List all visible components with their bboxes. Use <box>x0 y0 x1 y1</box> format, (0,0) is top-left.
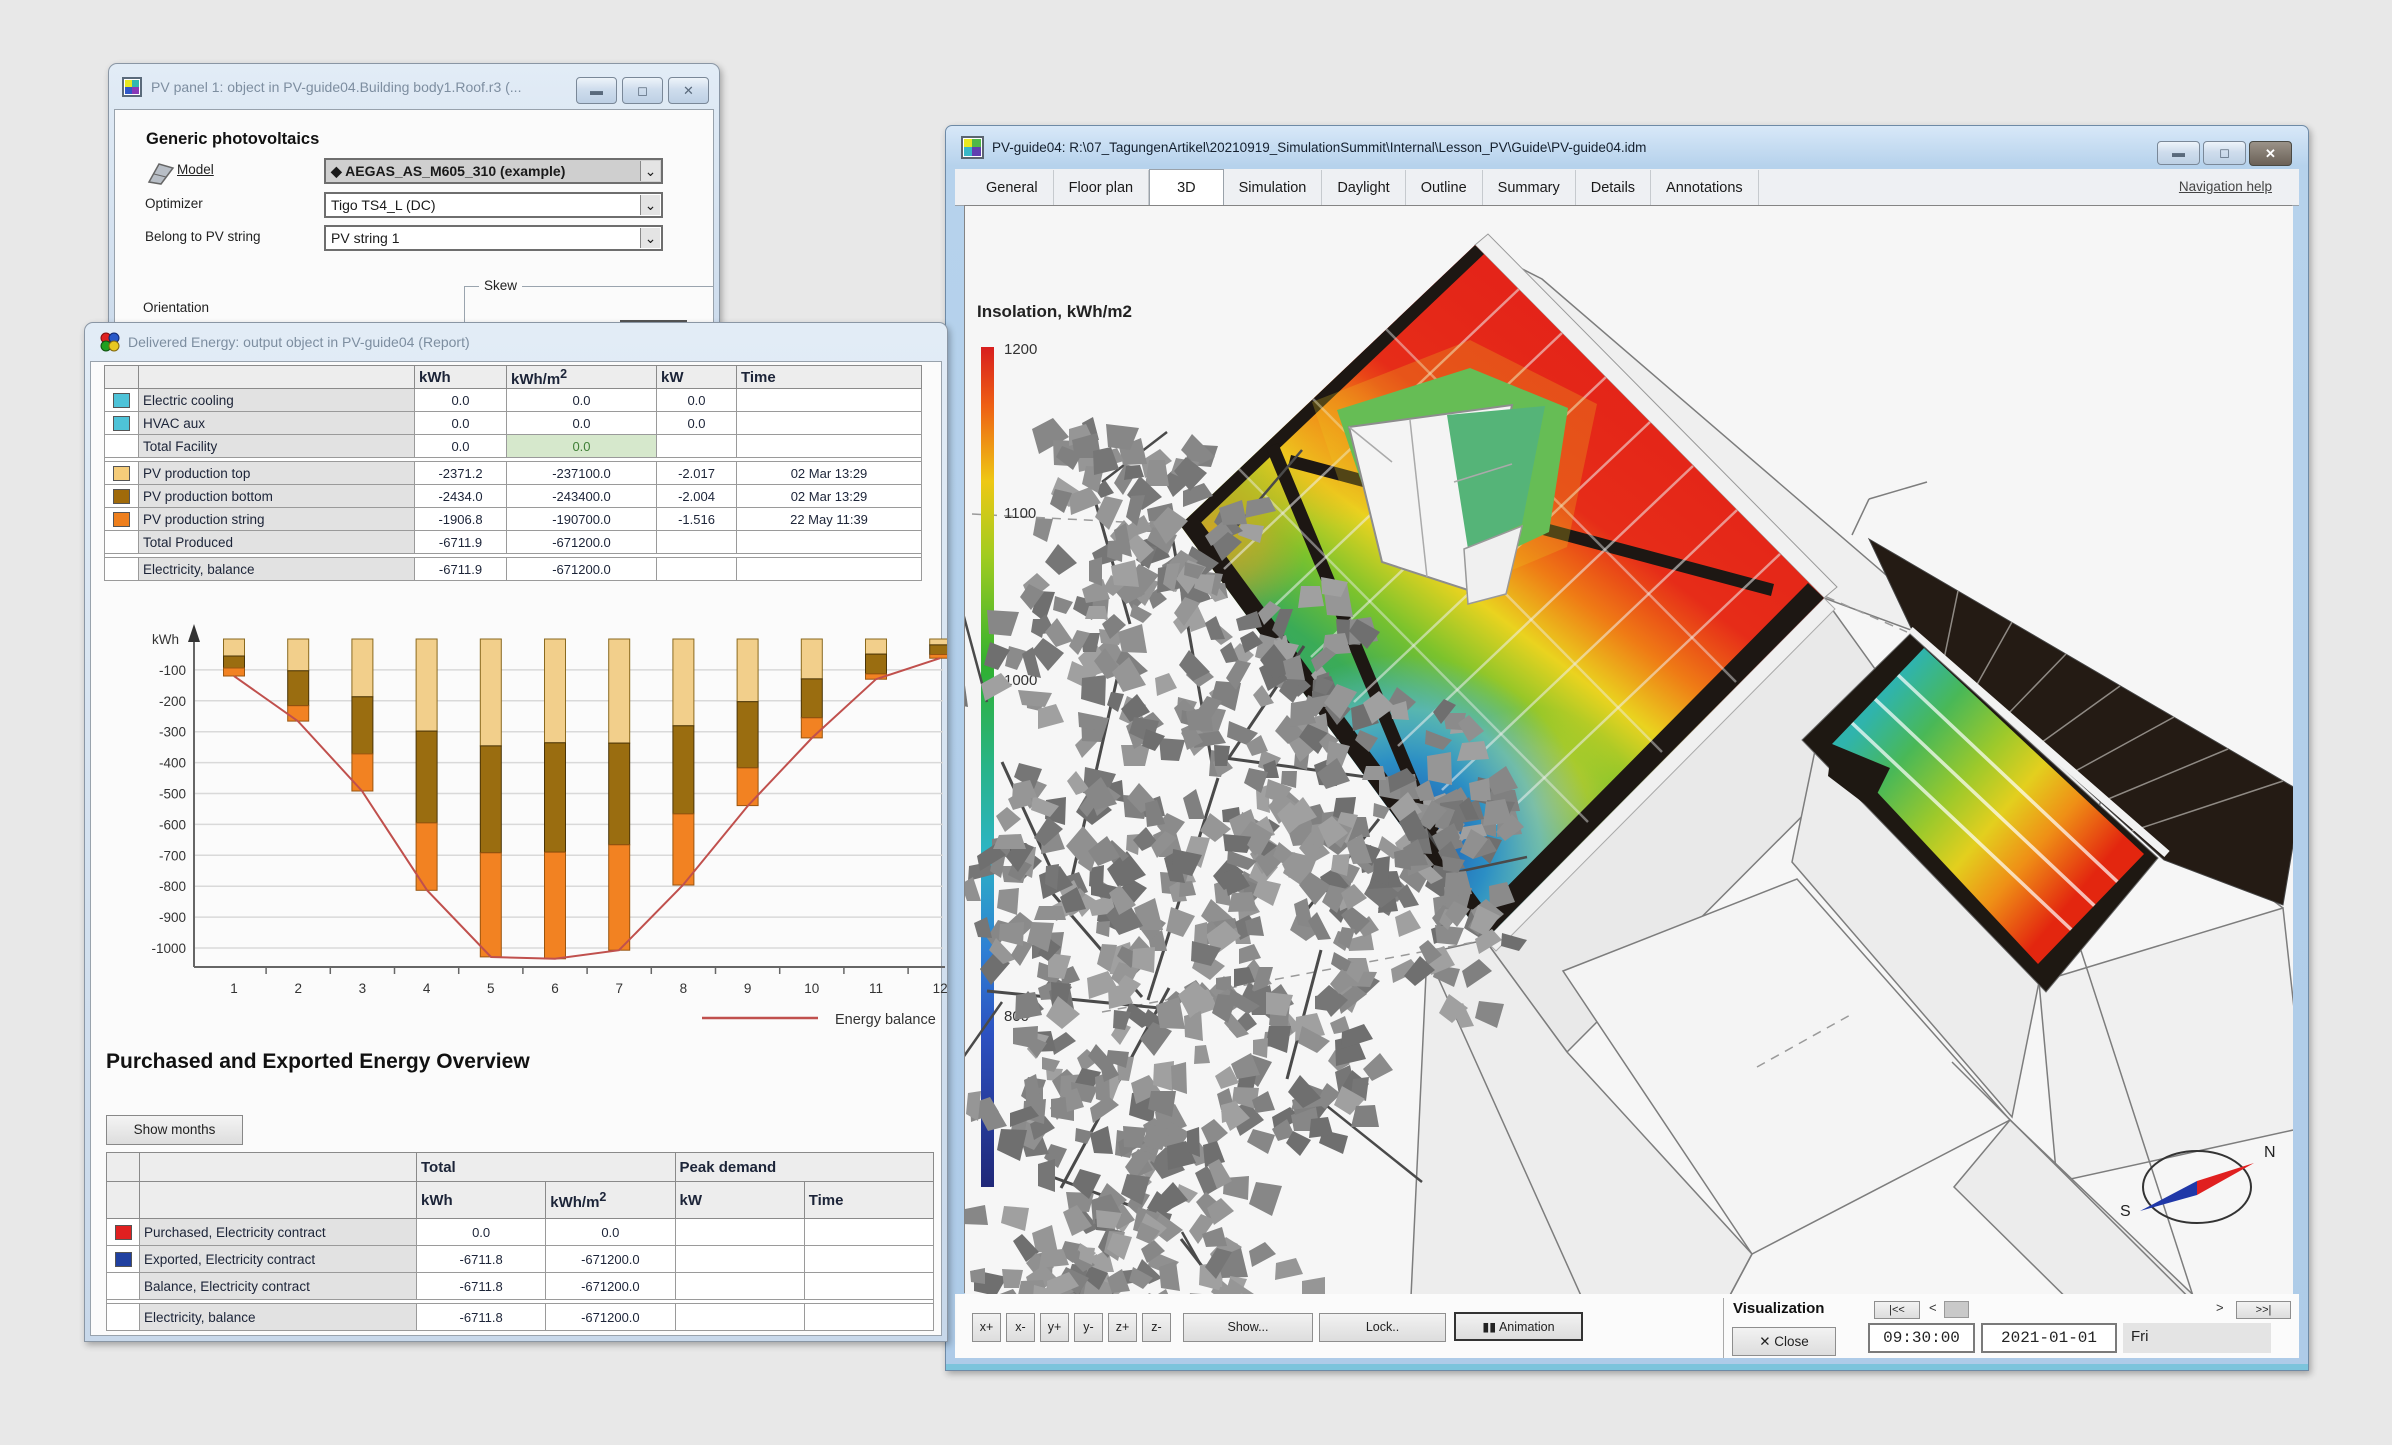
svg-text:3: 3 <box>359 981 367 996</box>
svg-text:-1000: -1000 <box>151 941 186 956</box>
svg-text:5: 5 <box>487 981 495 996</box>
svg-text:kWh: kWh <box>152 632 179 647</box>
svg-text:9: 9 <box>744 981 752 996</box>
svg-text:1200: 1200 <box>1004 341 1037 358</box>
svg-text:7: 7 <box>615 981 623 996</box>
svg-text:10: 10 <box>804 981 819 996</box>
svg-text:-700: -700 <box>159 848 186 863</box>
svg-text:6: 6 <box>551 981 559 996</box>
svg-text:N: N <box>2264 1144 2276 1161</box>
svg-text:Energy balance: Energy balance <box>835 1012 936 1028</box>
svg-text:8: 8 <box>680 981 688 996</box>
svg-text:11: 11 <box>869 981 883 996</box>
svg-text:-300: -300 <box>159 725 186 740</box>
svg-text:12: 12 <box>933 981 947 996</box>
svg-text:1100: 1100 <box>1004 505 1036 522</box>
svg-text:-400: -400 <box>159 756 186 771</box>
svg-text:-600: -600 <box>159 817 186 832</box>
svg-text:-800: -800 <box>159 879 186 894</box>
svg-text:-200: -200 <box>159 694 186 709</box>
svg-text:S: S <box>2120 1203 2131 1220</box>
svg-text:1: 1 <box>230 981 238 996</box>
svg-text:-500: -500 <box>159 787 186 802</box>
svg-text:Insolation, kWh/m2: Insolation, kWh/m2 <box>977 302 1132 321</box>
svg-text:4: 4 <box>423 981 431 996</box>
svg-text:-100: -100 <box>159 663 186 678</box>
svg-text:2: 2 <box>294 981 302 996</box>
svg-text:-900: -900 <box>159 910 186 925</box>
